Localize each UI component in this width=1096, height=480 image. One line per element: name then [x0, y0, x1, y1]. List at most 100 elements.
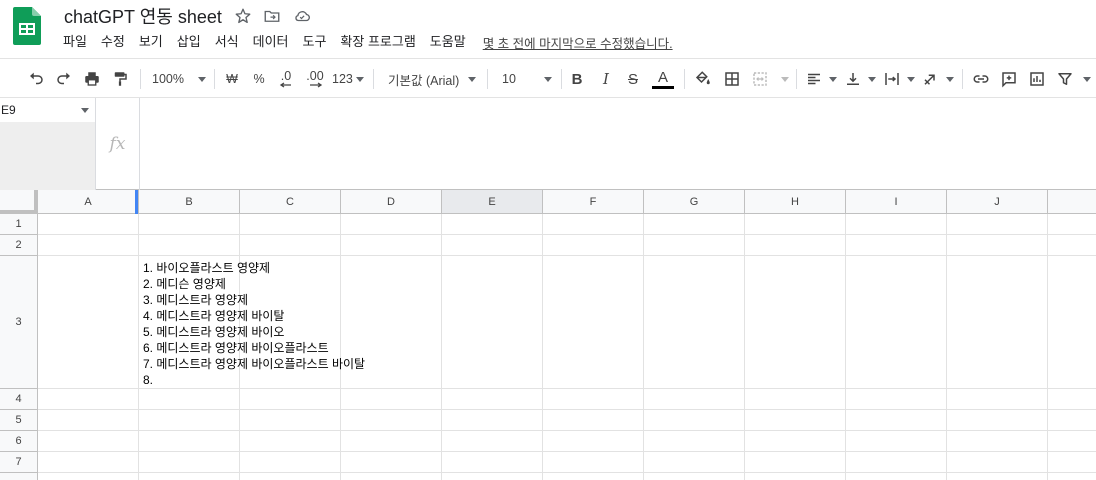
sheets-logo-icon[interactable] — [13, 7, 41, 45]
cell-b5[interactable] — [139, 410, 240, 431]
cell-h4[interactable] — [745, 389, 846, 410]
cell-a7[interactable] — [38, 452, 139, 473]
cell-b4[interactable] — [139, 389, 240, 410]
cell-a8[interactable] — [38, 473, 139, 480]
bold-button[interactable]: B — [568, 67, 586, 91]
row-header-3[interactable]: 3 — [0, 256, 38, 389]
column-resize-handle[interactable] — [135, 190, 138, 214]
horizontal-align-icon[interactable] — [805, 67, 837, 91]
row-header-7[interactable]: 7 — [0, 452, 38, 473]
menu-tools[interactable]: 도구 — [303, 33, 327, 51]
document-title[interactable]: chatGPT 연동 sheet — [64, 6, 222, 28]
cell-k6[interactable] — [1048, 431, 1096, 452]
select-all-corner[interactable] — [0, 190, 38, 214]
cell-k2[interactable] — [1048, 235, 1096, 256]
cell-k5[interactable] — [1048, 410, 1096, 431]
more-options-icon[interactable] — [1080, 67, 1094, 91]
column-header-d[interactable]: D — [341, 190, 442, 214]
column-header-a[interactable]: A — [38, 190, 139, 214]
menu-extensions[interactable]: 확장 프로그램 — [340, 33, 415, 51]
cell-f5[interactable] — [543, 410, 644, 431]
cell-a1[interactable] — [38, 214, 139, 235]
text-rotation-icon[interactable] — [922, 67, 954, 91]
cell-d8[interactable] — [341, 473, 442, 480]
cell-h3[interactable] — [745, 256, 846, 389]
merge-cells-icon[interactable] — [751, 67, 789, 91]
menu-view[interactable]: 보기 — [139, 33, 163, 51]
cell-c4[interactable] — [240, 389, 341, 410]
cell-b7[interactable] — [139, 452, 240, 473]
cell-j3[interactable] — [947, 256, 1048, 389]
cell-i1[interactable] — [846, 214, 947, 235]
cell-g1[interactable] — [644, 214, 745, 235]
column-header-c[interactable]: C — [240, 190, 341, 214]
cell-c2[interactable] — [240, 235, 341, 256]
text-wrapping-icon[interactable] — [883, 67, 915, 91]
last-edit-link[interactable]: 몇 초 전에 마지막으로 수정했습니다. — [483, 33, 673, 52]
menu-format[interactable]: 서식 — [215, 33, 239, 51]
cell-k7[interactable] — [1048, 452, 1096, 473]
column-header-g[interactable]: G — [644, 190, 745, 214]
cell-e7[interactable] — [442, 452, 543, 473]
cell-e1[interactable] — [442, 214, 543, 235]
cell-h6[interactable] — [745, 431, 846, 452]
cell-d4[interactable] — [341, 389, 442, 410]
cell-f7[interactable] — [543, 452, 644, 473]
cell-d6[interactable] — [341, 431, 442, 452]
menu-file[interactable]: 파일 — [63, 33, 87, 51]
cell-g3[interactable] — [644, 256, 745, 389]
cell-a3[interactable] — [38, 256, 139, 389]
cell-f6[interactable] — [543, 431, 644, 452]
menu-help[interactable]: 도움말 — [430, 33, 466, 51]
row-header-5[interactable]: 5 — [0, 410, 38, 431]
cell-g7[interactable] — [644, 452, 745, 473]
cell-i8[interactable] — [846, 473, 947, 480]
strikethrough-button[interactable]: S — [624, 67, 642, 91]
percent-format-button[interactable]: % — [249, 67, 269, 91]
cell-h5[interactable] — [745, 410, 846, 431]
cell-c6[interactable] — [240, 431, 341, 452]
zoom-select[interactable]: 100% — [152, 67, 206, 91]
name-box-field[interactable]: E9 — [0, 98, 96, 122]
paint-format-icon[interactable] — [108, 67, 132, 91]
borders-icon[interactable] — [721, 67, 743, 91]
cell-c7[interactable] — [240, 452, 341, 473]
cell-k4[interactable] — [1048, 389, 1096, 410]
font-size-select[interactable]: 10 — [502, 67, 552, 91]
column-header-h[interactable]: H — [745, 190, 846, 214]
cell-i5[interactable] — [846, 410, 947, 431]
cell-k3[interactable] — [1048, 256, 1096, 389]
menu-data[interactable]: 데이터 — [253, 33, 289, 51]
insert-link-icon[interactable] — [970, 67, 992, 91]
cell-i7[interactable] — [846, 452, 947, 473]
cell-d2[interactable] — [341, 235, 442, 256]
cell-e2[interactable] — [442, 235, 543, 256]
cell-j1[interactable] — [947, 214, 1048, 235]
cell-i3[interactable] — [846, 256, 947, 389]
name-box[interactable]: E9 — [0, 98, 96, 190]
row-header-6[interactable]: 6 — [0, 431, 38, 452]
font-family-select[interactable]: 기본값 (Arial) — [388, 67, 476, 91]
cell-e3[interactable] — [442, 256, 543, 389]
cell-b2[interactable] — [139, 235, 240, 256]
text-color-button[interactable]: A — [652, 67, 674, 91]
undo-icon[interactable] — [24, 67, 48, 91]
cell-h1[interactable] — [745, 214, 846, 235]
menu-edit[interactable]: 수정 — [101, 33, 125, 51]
cell-g8[interactable] — [644, 473, 745, 480]
column-header-b[interactable]: B — [139, 190, 240, 214]
cell-f4[interactable] — [543, 389, 644, 410]
star-icon[interactable] — [233, 6, 253, 26]
cell-d1[interactable] — [341, 214, 442, 235]
cloud-status-icon[interactable] — [292, 6, 312, 26]
cell-f3[interactable] — [543, 256, 644, 389]
row-header-8[interactable] — [0, 473, 38, 480]
cell-g2[interactable] — [644, 235, 745, 256]
cell-a2[interactable] — [38, 235, 139, 256]
vertical-align-icon[interactable] — [844, 67, 876, 91]
cell-b3[interactable]: 1. 바이오플라스트 영양제 2. 메디슨 영양제 3. 메디스트라 영양제 4… — [143, 260, 365, 388]
cell-c1[interactable] — [240, 214, 341, 235]
row-header-2[interactable]: 2 — [0, 235, 38, 256]
column-header-j[interactable]: J — [947, 190, 1048, 214]
cell-i4[interactable] — [846, 389, 947, 410]
